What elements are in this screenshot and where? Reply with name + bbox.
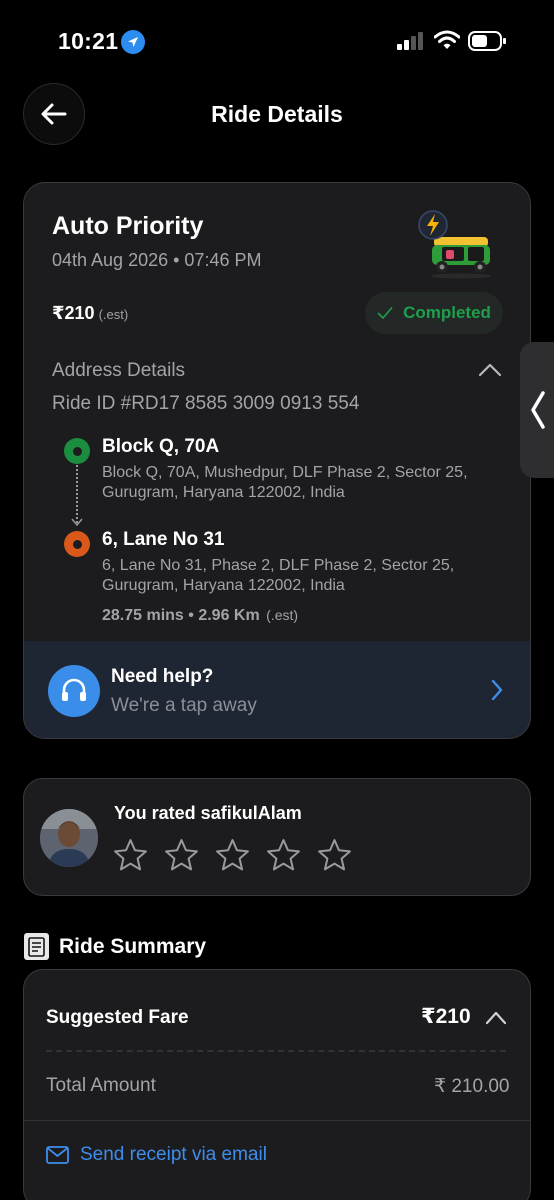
divider [24,1120,530,1121]
help-title: Need help? [111,666,214,687]
star-icon[interactable] [316,837,353,874]
wifi-icon [434,30,460,49]
address-details-title: Address Details [52,360,186,381]
suggested-fare-value: ₹210 [421,1005,471,1028]
headset-icon [48,665,100,717]
chevron-left-icon [531,391,545,429]
status-bar: 10:21 [0,0,554,80]
status-badge: Completed [365,292,503,334]
ride-summary-title: Ride Summary [59,934,207,958]
chevron-up-icon[interactable] [485,1010,507,1026]
trip-duration-distance: 28.75 mins • 2.96 Km (.est) [102,607,298,625]
drop-name: 6, Lane No 31 [102,529,225,550]
check-icon [377,307,393,319]
receipt-icon [24,933,49,960]
fare-amount: ₹210 [52,303,95,323]
driver-avatar [40,809,98,867]
need-help-row[interactable]: Need help? We're a tap away [24,641,530,738]
trip-meta-note: (.est) [266,607,299,623]
drop-marker-icon [64,531,90,557]
side-drawer-tab[interactable] [520,342,554,478]
star-icon[interactable] [214,837,251,874]
dashed-divider [46,1050,506,1052]
ride-summary-header: Ride Summary [24,933,206,960]
route-arrow-icon [71,518,83,527]
star-icon[interactable] [163,837,200,874]
route-connector [76,465,78,523]
fare-estimate-note: (.est) [98,307,129,322]
cellular-signal-icon [397,32,423,50]
send-receipt-link[interactable]: Send receipt via email [80,1144,267,1166]
star-rating[interactable] [112,837,353,874]
trip-meta-text: 28.75 mins • 2.96 Km [102,607,260,624]
ride-type: Auto Priority [52,212,204,240]
mail-icon [46,1146,69,1164]
total-amount-value: ₹ 210.00 [434,1076,510,1097]
star-icon[interactable] [265,837,302,874]
ride-datetime: 04th Aug 2026 • 07:46 PM [52,250,262,270]
pickup-address: Block Q, 70A, Mushedpur, DLF Phase 2, Se… [102,464,468,501]
status-time: 10:21 [58,28,119,54]
chevron-right-icon [491,679,503,701]
auto-rickshaw-icon [418,210,491,279]
driver-rating-card: You rated safikulAlam [23,778,531,896]
ride-details-card: Auto Priority 04th Aug 2026 • 07:46 PM ₹… [23,182,531,739]
fare-estimate: ₹210 (.est) [52,303,128,324]
help-subtitle: We're a tap away [111,695,257,716]
location-arrow-icon [121,30,145,54]
drop-address: 6, Lane No 31, Phase 2, DLF Phase 2, Sec… [102,557,455,594]
battery-icon [468,31,506,51]
suggested-fare-label: Suggested Fare [46,1007,189,1028]
chevron-up-icon[interactable] [478,361,502,379]
rating-text: You rated safikulAlam [114,803,302,823]
pickup-name: Block Q, 70A [102,436,220,457]
star-icon[interactable] [112,837,149,874]
total-amount-label: Total Amount [46,1075,156,1096]
status-label: Completed [403,303,491,322]
ride-id: Ride ID #RD17 8585 3009 0913 554 [52,393,360,414]
fare-summary-card: Suggested Fare ₹210 Total Amount ₹ 210.0… [23,969,531,1200]
pickup-marker-icon [64,438,90,464]
page-title: Ride Details [211,101,343,127]
